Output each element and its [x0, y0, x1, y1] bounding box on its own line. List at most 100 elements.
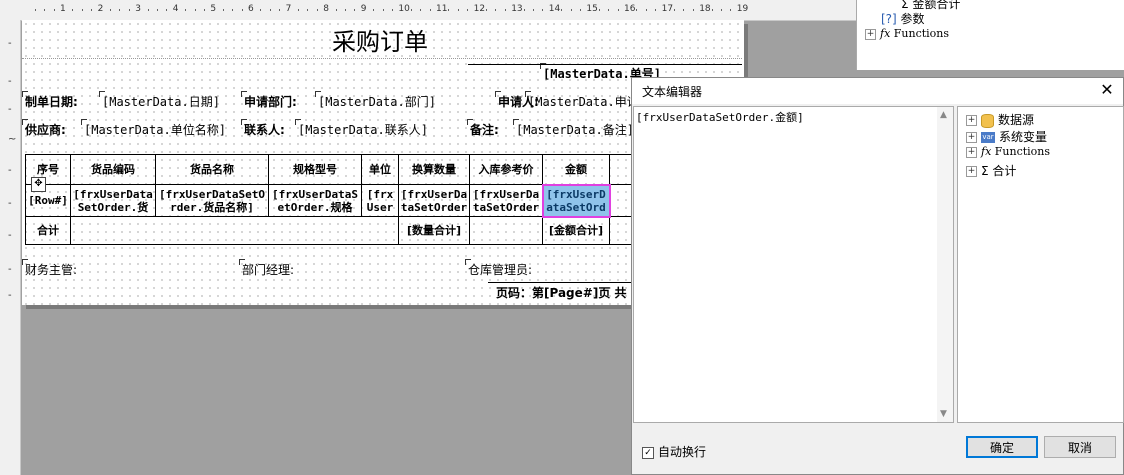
expand-icon[interactable]: +: [966, 115, 977, 126]
ruler-tick: [44, 9, 46, 11]
ruler-number: 18: [699, 4, 711, 14]
order-table: 序号 货品编码 货品名称 规格型号 单位 换算数量 入库参考价 金额 [Row#…: [25, 154, 671, 245]
ruler-tick: [533, 9, 534, 11]
ruler-mark: -: [8, 290, 12, 301]
total-empty-cell: [469, 216, 543, 245]
text-editor-dialog: 文本编辑器 ✕ [frxUserDataSetOrder.金额] ▲ ▼ + 数据…: [631, 77, 1124, 475]
tree-item-totals[interactable]: + Σ 合计: [966, 162, 1016, 179]
ruler-tick: [335, 9, 337, 11]
header-cell[interactable]: 换算数量: [398, 154, 470, 185]
tree-item-functions[interactable]: + fx Functions: [865, 27, 949, 40]
ruler-number: 10: [398, 4, 410, 14]
ruler-tick: [504, 9, 506, 11]
ruler-number: 4: [172, 4, 179, 14]
expand-icon[interactable]: +: [966, 146, 977, 158]
ruler-tick: [410, 9, 412, 11]
dialog-titlebar[interactable]: 文本编辑器 ✕: [632, 78, 1123, 104]
database-icon: [981, 113, 994, 128]
row-cell[interactable]: [frx User: [361, 184, 399, 217]
page-number-field[interactable]: 页码：第[Page#]页 共: [496, 284, 627, 301]
ruler-tick: [316, 9, 318, 11]
total-empty-cell: [70, 216, 399, 245]
ruler-tick: [81, 9, 83, 11]
ruler-tick: [279, 9, 281, 11]
ruler-tick: [570, 9, 572, 11]
header-cell[interactable]: 货品编码: [70, 154, 156, 185]
ok-button[interactable]: 确定: [966, 436, 1038, 458]
dept-label[interactable]: 申请部门:: [241, 91, 297, 110]
header-cell[interactable]: 规格型号: [268, 154, 362, 185]
header-cell[interactable]: 单位: [361, 154, 399, 185]
ruler-mark: -: [8, 38, 12, 49]
expand-icon[interactable]: +: [966, 166, 977, 177]
qty-total-cell[interactable]: [数量合计]: [398, 216, 470, 245]
ruler-number: 19: [736, 4, 749, 14]
row-cell[interactable]: [frxUserDa taSetOrder: [398, 184, 470, 217]
ruler-tick: [429, 9, 431, 11]
ruler-tick: [260, 9, 262, 11]
date-label[interactable]: 制单日期:: [22, 91, 78, 110]
date-value[interactable]: [MasterData.日期]: [99, 91, 220, 110]
ruler-tick: [72, 9, 74, 11]
expand-icon[interactable]: +: [966, 132, 977, 143]
contact-value[interactable]: [MasterData.联系人]: [295, 119, 428, 138]
ruler-tick: [382, 9, 384, 11]
checkbox-checked-icon[interactable]: ✓: [642, 446, 654, 459]
header-cell[interactable]: 货品名称: [155, 154, 269, 185]
finance-manager-label[interactable]: 财务主管:: [21, 259, 77, 278]
header-cell[interactable]: 金额: [542, 154, 610, 185]
warehouse-manager-label[interactable]: 仓库管理员:: [464, 259, 532, 278]
ruler-tick: [420, 9, 422, 11]
row-cell[interactable]: [frxUserDataSetO rder.货品名称]: [155, 184, 269, 217]
scroll-down-icon[interactable]: ▼: [940, 409, 947, 419]
header-cell[interactable]: 入库参考价: [469, 154, 543, 185]
dept-manager-label[interactable]: 部门经理:: [238, 259, 294, 278]
ruler-number: 16: [624, 4, 636, 14]
expand-icon[interactable]: +: [865, 28, 876, 40]
applicant-value[interactable]: [MasterData.申请: [525, 91, 639, 110]
scroll-up-icon[interactable]: ▲: [940, 110, 947, 120]
tree-item-functions[interactable]: + fx Functions: [966, 145, 1050, 158]
data-tree-panel: Σ 金额合计 [?] 参数 + fx Functions: [856, 0, 1124, 70]
expression-editor[interactable]: [frxUserDataSetOrder.金额] ▲ ▼: [633, 106, 954, 423]
close-icon[interactable]: ✕: [1097, 80, 1117, 100]
ruler-tick: [307, 9, 309, 11]
autowrap-checkbox[interactable]: ✓ 自动换行: [642, 443, 706, 460]
row-cell[interactable]: [frxUserData SetOrder.货: [70, 184, 156, 217]
function-icon: fx: [880, 27, 894, 40]
editor-scrollbar[interactable]: ▲ ▼: [937, 107, 953, 422]
supplier-label[interactable]: 供应商:: [22, 119, 66, 138]
ruler-tick: [345, 9, 346, 11]
selected-amount-cell[interactable]: [frxUserD ataSetOrd: [541, 183, 611, 218]
function-icon: fx: [981, 145, 995, 158]
table-total-row: 合计 [数量合计] [金额合计]: [25, 216, 671, 245]
amount-total-cell[interactable]: [金额合计]: [542, 216, 610, 245]
dept-value[interactable]: [MasterData.部门]: [315, 91, 436, 110]
ruler-tick: [119, 9, 121, 11]
row-cell[interactable]: [frxUserDataS etOrder.规格: [268, 184, 362, 217]
editor-text[interactable]: [frxUserDataSetOrder.金额]: [636, 109, 804, 125]
ruler-tick: [157, 9, 158, 11]
tree-item-params[interactable]: [?] 参数: [881, 10, 925, 27]
row-cell[interactable]: [frxUserDa taSetOrder: [469, 184, 543, 217]
ruler-mark: ~: [8, 134, 17, 145]
ruler-tick: [241, 9, 243, 11]
ruler-number: 1: [60, 4, 66, 14]
ruler-number: 8: [323, 4, 329, 14]
ruler-mark: -: [8, 198, 12, 209]
ruler-tick: [222, 9, 224, 11]
remark-value[interactable]: [MasterData.备注]: [513, 119, 634, 138]
tree-item-datasource[interactable]: + 数据源: [966, 111, 1034, 128]
move-handle-icon[interactable]: ✥: [31, 177, 46, 192]
total-label-cell[interactable]: 合计: [25, 216, 71, 245]
tree-item-system-vars[interactable]: + var 系统变量: [966, 128, 1047, 145]
table-header-row: 序号 货品编码 货品名称 规格型号 单位 换算数量 入库参考价 金额: [25, 154, 670, 185]
supplier-value[interactable]: [MasterData.单位名称]: [81, 119, 226, 138]
contact-label[interactable]: 联系人:: [241, 119, 285, 138]
ruler-tick: [128, 9, 130, 11]
ruler-number: 5: [210, 4, 217, 14]
remark-label[interactable]: 备注:: [467, 119, 499, 138]
vertical-ruler: - - - ~ - - - - -: [0, 20, 21, 475]
ruler-tick: [467, 9, 469, 11]
cancel-button[interactable]: 取消: [1044, 436, 1116, 458]
